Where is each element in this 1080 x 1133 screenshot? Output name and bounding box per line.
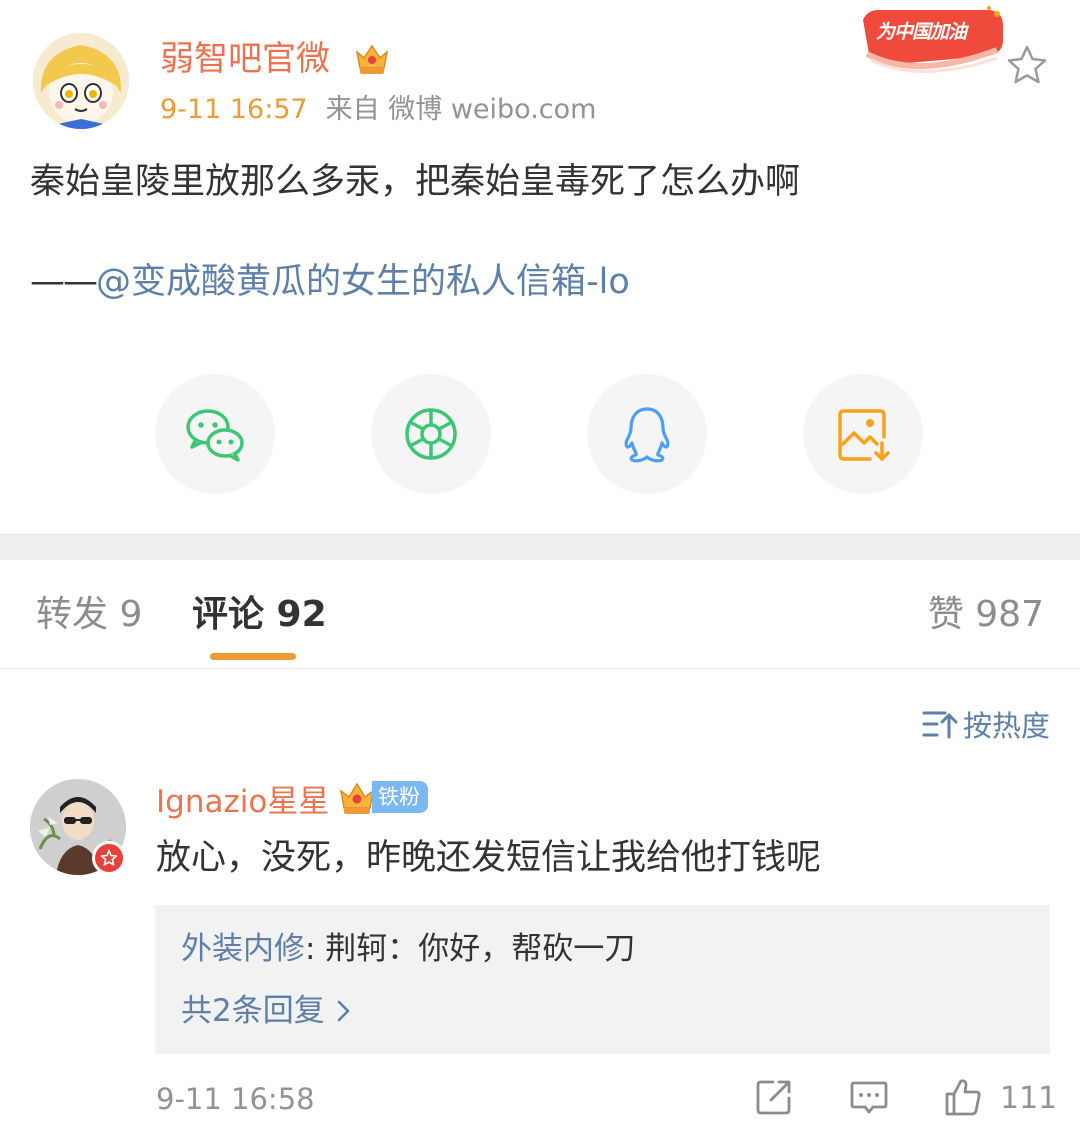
vip-crown-icon[interactable] [354,42,390,76]
cartoon-avatar-icon [33,33,129,129]
wechat-icon [186,409,244,462]
cheer-badge-text: 为中国加油 [876,21,967,43]
comment-like-count: 111 [1000,1081,1058,1116]
active-tab-indicator [210,653,296,660]
reply-text: : 荆轲：你好，帮砍一刀 [305,931,636,967]
vip-crown-icon[interactable] [338,779,376,817]
qq-icon [624,407,670,463]
share-wechat-button[interactable] [155,374,275,494]
share-comment-icon[interactable] [753,1076,795,1118]
weibo-post-page: 弱智吧官微 9-11 16:57 来自 微博 weibo.com 为中国加油 秦始… [0,0,1080,1133]
save-image-icon [838,409,890,461]
post-text: 秦始皇陵里放那么多汞，把秦始皇毒死了怎么办啊 [30,162,801,202]
share-qq-button[interactable] [587,374,707,494]
view-all-replies-link[interactable]: 共2条回复 [181,991,353,1031]
sort-label: 按热度 [962,709,1050,743]
author-name[interactable]: 弱智吧官微 [160,36,330,82]
reply-comment-icon[interactable] [848,1076,890,1118]
reply-username[interactable]: 外装内修 [181,931,305,967]
sort-by-hot-button[interactable]: 按热度 [921,704,1050,744]
fan-level-tag: 铁粉 [372,781,428,813]
credit-dash: —— [30,262,98,302]
chevron-right-icon [337,1000,350,1022]
moments-icon [405,408,457,460]
post-meta: 9-11 16:57 来自 微博 weibo.com [160,92,596,128]
commenter-name[interactable]: Ignazio星星 [156,782,329,822]
post-credit: ——@变成酸黄瓜的女生的私人信箱-lo [30,258,630,306]
tab-like[interactable]: 赞 987 [928,592,1044,638]
reply-line: 外装内修: 荆轲：你好，帮砍一刀 [181,929,635,969]
tab-divider [0,668,1080,669]
sort-icon [922,711,958,739]
section-divider [0,534,1080,560]
post-source: 来自 微博 weibo.com [325,94,597,125]
reply-preview-box[interactable]: 外装内修: 荆轲：你好，帮砍一刀 共2条回复 [155,905,1050,1054]
tab-repost[interactable]: 转发 9 [36,592,142,638]
comment-time: 9-11 16:58 [156,1082,315,1116]
author-avatar[interactable] [33,33,129,129]
save-image-button[interactable] [803,374,923,494]
verified-badge-icon [92,841,126,875]
post-time: 9-11 16:57 [160,94,308,125]
reply-count-label: 共2条回复 [181,993,325,1029]
tab-comment[interactable]: 评论 92 [192,592,327,638]
share-moments-button[interactable] [371,374,491,494]
credit-mention-link[interactable]: @变成酸黄瓜的女生的私人信箱-lo [96,262,630,302]
like-thumb-icon[interactable] [942,1076,984,1118]
favorite-star-icon[interactable] [1005,44,1049,86]
comment-text: 放心，没死，昨晚还发短信让我给他打钱呢 [156,838,822,878]
